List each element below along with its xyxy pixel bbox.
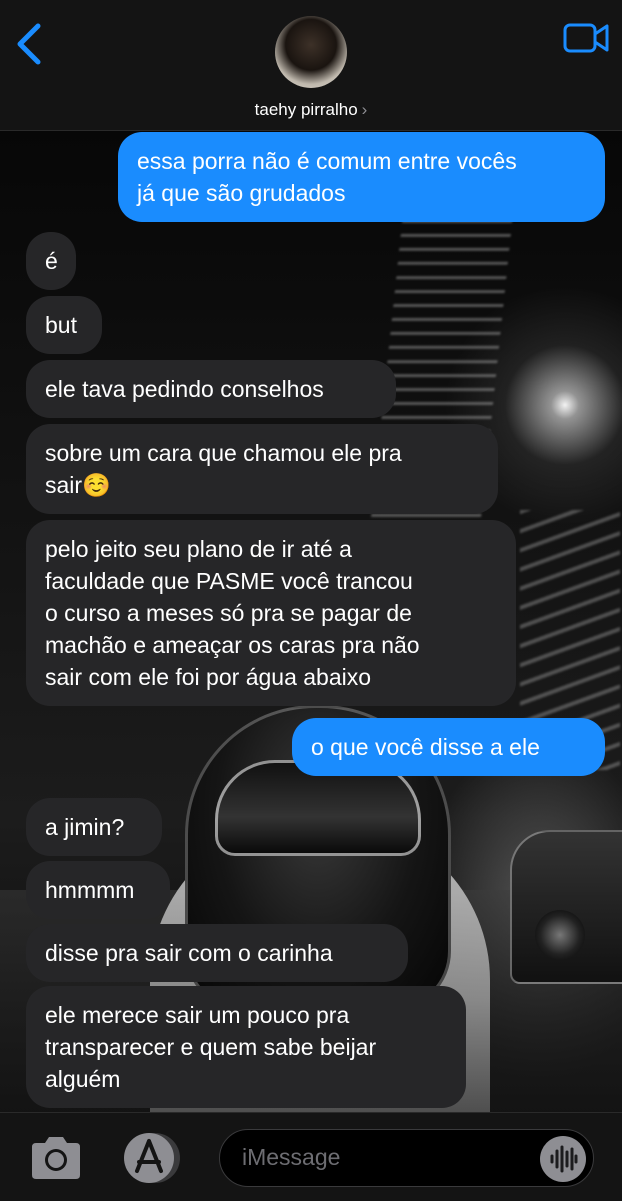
- message-bubble-received[interactable]: hmmmm: [26, 861, 170, 919]
- chevron-right-icon: ›: [361, 100, 368, 119]
- message-bubble-sent[interactable]: essa porra não é comum entre vocês já qu…: [118, 132, 605, 222]
- video-camera-icon: [563, 23, 609, 53]
- audio-message-button[interactable]: [540, 1136, 586, 1182]
- app-store-button[interactable]: [119, 1131, 185, 1185]
- message-thread[interactable]: essa porra não é comum entre vocês já qu…: [0, 130, 622, 1112]
- contact-name-button[interactable]: taehy pirralho ›: [0, 100, 622, 120]
- message-bubble-received[interactable]: but: [26, 296, 102, 354]
- camera-button[interactable]: [28, 1135, 84, 1181]
- chevron-left-icon: [17, 23, 41, 65]
- composer-bar: iMessage: [0, 1112, 622, 1201]
- message-bubble-received[interactable]: a jimin?: [26, 798, 162, 856]
- message-bubble-received[interactable]: ele tava pedindo conselhos: [26, 360, 396, 418]
- message-bubble-received[interactable]: ele merece sair um pouco pra transparece…: [26, 986, 466, 1108]
- message-bubble-received[interactable]: pelo jeito seu plano de ir até a faculda…: [26, 520, 516, 706]
- back-button[interactable]: [12, 22, 46, 66]
- message-bubble-received[interactable]: sobre um cara que chamou ele pra sair☺️: [26, 424, 498, 514]
- waveform-icon: [550, 1145, 578, 1173]
- contact-avatar[interactable]: [275, 16, 347, 88]
- camera-icon: [32, 1137, 80, 1179]
- message-bubble-received[interactable]: disse pra sair com o carinha: [26, 924, 408, 982]
- message-bubble-sent[interactable]: o que você disse a ele: [292, 718, 605, 776]
- contact-name: taehy pirralho: [254, 100, 358, 119]
- message-input[interactable]: iMessage: [219, 1129, 594, 1187]
- video-call-button[interactable]: [562, 20, 610, 56]
- message-bubble-received[interactable]: é: [26, 232, 76, 290]
- app-store-icon: [124, 1133, 180, 1183]
- conversation-header: taehy pirralho ›: [0, 0, 622, 131]
